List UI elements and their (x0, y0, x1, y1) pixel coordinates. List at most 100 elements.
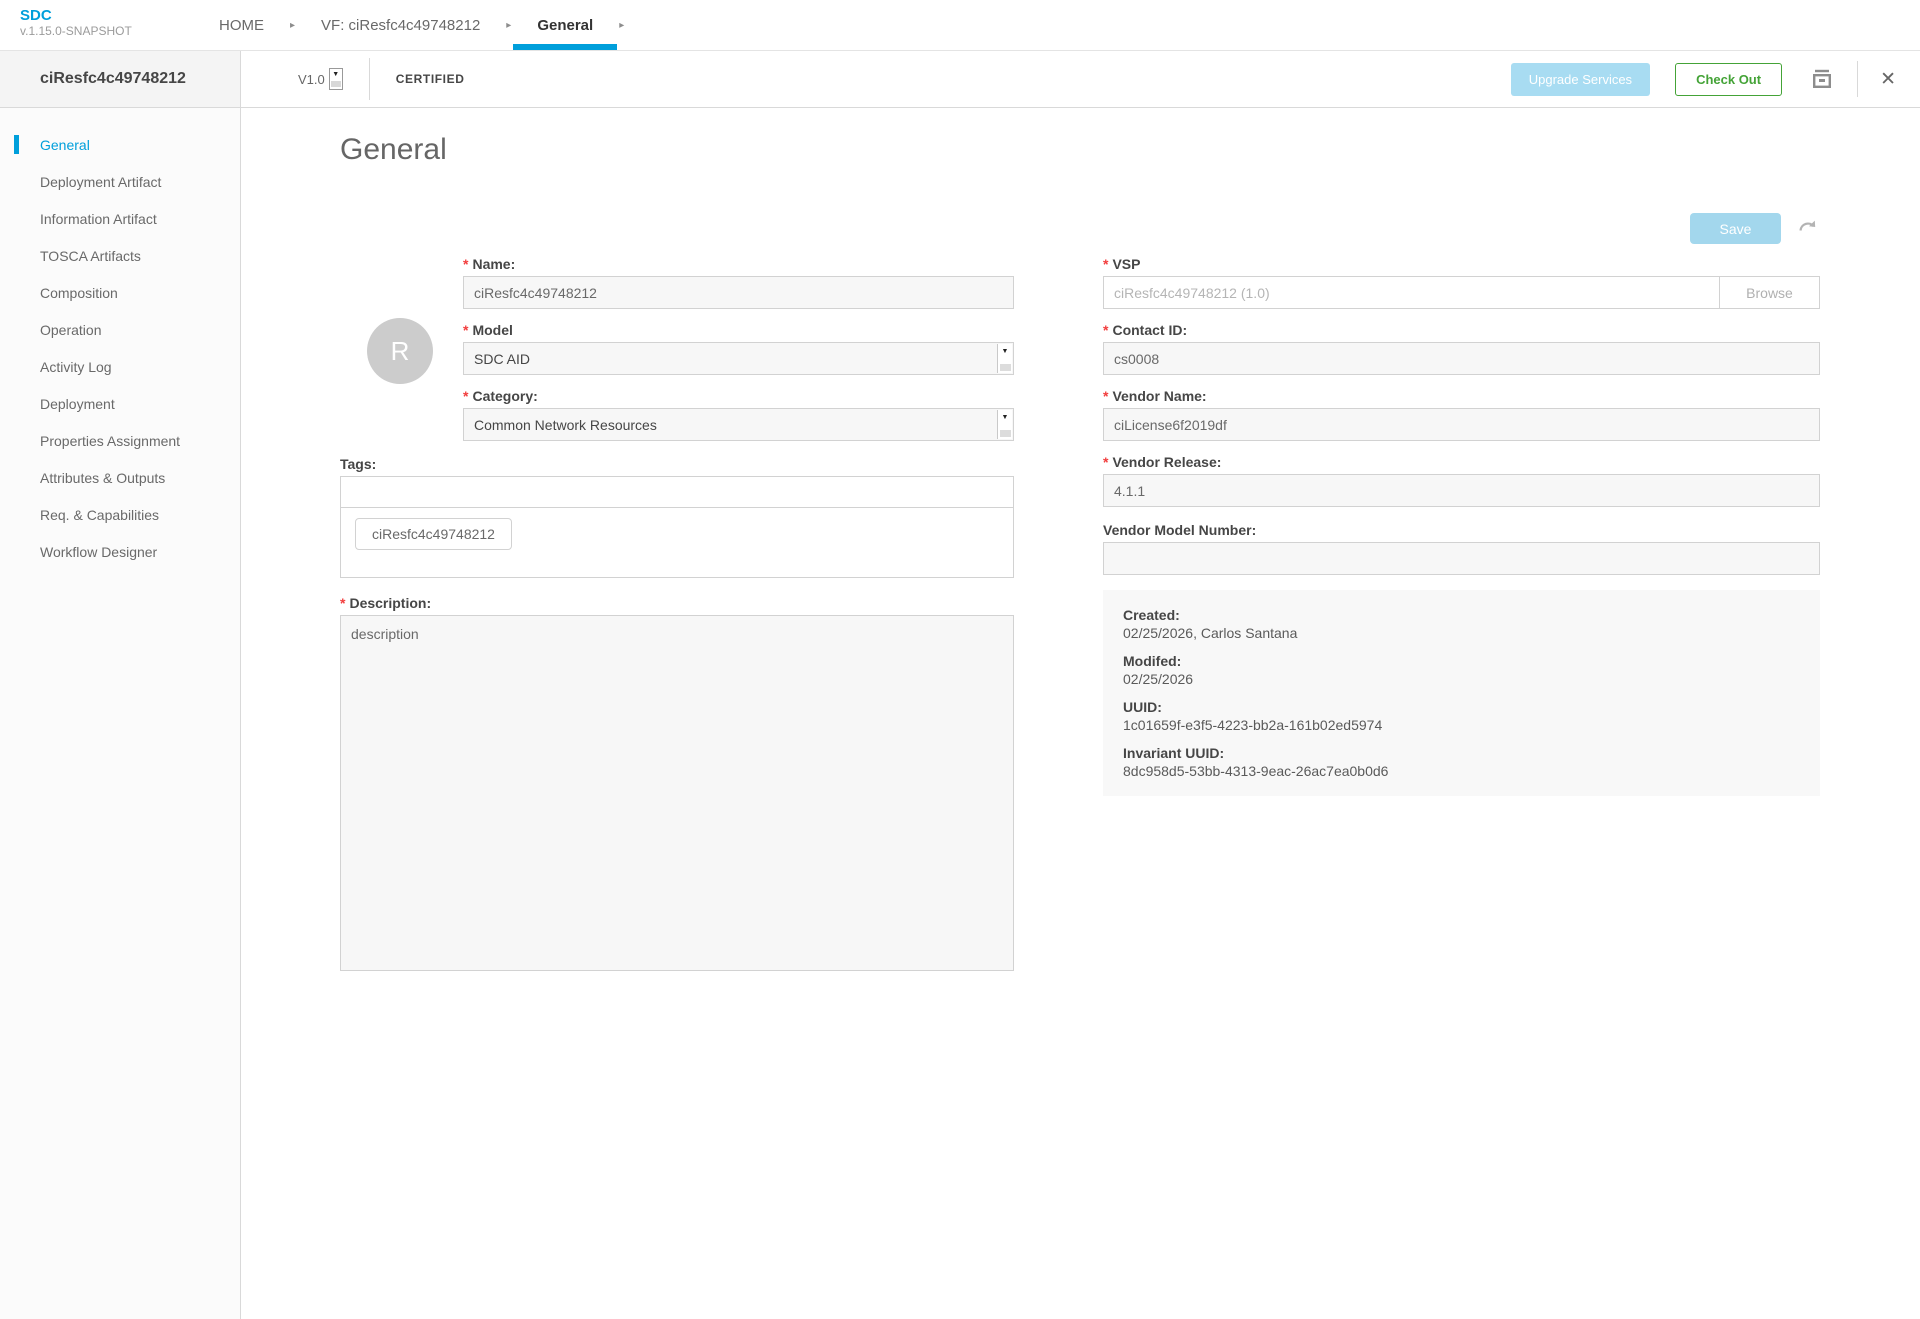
required-marker: * (1103, 388, 1108, 404)
vendor-release-label-text: Vendor Release: (1112, 454, 1221, 470)
required-marker: * (463, 388, 468, 404)
browse-button[interactable]: Browse (1719, 276, 1820, 309)
archive-button[interactable] (1809, 66, 1835, 92)
model-selected-value: SDC AID (474, 351, 530, 367)
tags-label-text: Tags: (340, 456, 376, 472)
chevron-right-icon: ▸ (506, 20, 511, 31)
check-out-button[interactable]: Check Out (1675, 63, 1782, 96)
description-label: *Description: (340, 595, 1014, 611)
tags-input[interactable] (341, 477, 1013, 508)
sidebar-item-label: Properties Assignment (40, 433, 180, 449)
uuid-meta: UUID: 1c01659f-e3f5-4223-bb2a-161b02ed59… (1123, 698, 1800, 734)
sidebar-item-label: Information Artifact (40, 211, 157, 227)
avatar: R (367, 318, 433, 384)
sidebar-item-properties-assignment[interactable]: Properties Assignment (0, 422, 240, 459)
chevron-down-icon: ▼ (1002, 348, 1009, 355)
sidebar-item-composition[interactable]: Composition (0, 274, 240, 311)
vendor-release-field-group: *Vendor Release: (1103, 454, 1820, 507)
sidebar-item-label: Composition (40, 285, 118, 301)
category-label: *Category: (463, 388, 1014, 404)
vendor-release-input[interactable] (1103, 474, 1820, 507)
sidebar-item-tosca-artifacts[interactable]: TOSCA Artifacts (0, 237, 240, 274)
category-select[interactable]: Common Network Resources ▼ (463, 408, 1014, 441)
active-indicator-bar (14, 135, 19, 154)
metadata-box: Created: 02/25/2026, Carlos Santana Modi… (1103, 590, 1820, 796)
breadcrumb: HOME ▸ VF: ciResfc4c49748212 ▸ General ▸ (213, 0, 644, 50)
general-form: R *Name: *Model SDC AID ▼ (340, 256, 1820, 989)
required-marker: * (463, 256, 468, 272)
created-value: 02/25/2026, Carlos Santana (1123, 624, 1800, 642)
sidebar-item-label: Deployment (40, 396, 115, 412)
sidebar-item-attributes-outputs[interactable]: Attributes & Outputs (0, 459, 240, 496)
breadcrumb-general-active[interactable]: General (531, 0, 599, 50)
required-marker: * (463, 322, 468, 338)
tag-chip[interactable]: ciResfc4c49748212 (355, 518, 512, 550)
revert-button[interactable] (1796, 217, 1820, 241)
sidebar-item-label: General (40, 137, 90, 153)
sidebar-item-label: Deployment Artifact (40, 174, 161, 190)
model-label-text: Model (472, 322, 512, 338)
avatar-letter: R (391, 336, 410, 367)
sidebar-item-general[interactable]: General (0, 126, 240, 163)
sidebar-item-label: Attributes & Outputs (40, 470, 165, 486)
sidebar-item-activity-log[interactable]: Activity Log (0, 348, 240, 385)
header-divider (1857, 61, 1858, 97)
top-nav-bar: SDC v.1.15.0-SNAPSHOT HOME ▸ VF: ciResfc… (0, 0, 1920, 51)
breadcrumb-vf[interactable]: VF: ciResfc4c49748212 (315, 0, 486, 50)
vendor-name-input[interactable] (1103, 408, 1820, 441)
sidebar-item-label: TOSCA Artifacts (40, 248, 141, 264)
version-dropdown-thumb (331, 81, 341, 87)
sidebar-item-workflow-designer[interactable]: Workflow Designer (0, 533, 240, 570)
select-dropdown-thumb (1000, 364, 1011, 371)
vendor-model-number-input[interactable] (1103, 542, 1820, 575)
chevron-right-icon: ▸ (619, 20, 624, 31)
model-select[interactable]: SDC AID ▼ (463, 342, 1014, 375)
required-marker: * (340, 595, 345, 611)
version-selector[interactable]: V1.0 ▼ (298, 68, 343, 90)
close-button[interactable]: ✕ (1880, 68, 1896, 91)
sidebar-item-label: Operation (40, 322, 101, 338)
header-divider (369, 58, 370, 100)
breadcrumb-home[interactable]: HOME (213, 0, 270, 50)
contact-id-field-group: *Contact ID: (1103, 322, 1820, 375)
chevron-right-icon: ▸ (290, 20, 295, 31)
entity-name: ciResfc4c49748212 (40, 70, 186, 88)
vsp-field-group: *VSP Browse (1103, 256, 1820, 309)
redo-icon (1796, 217, 1820, 241)
archive-icon (1809, 66, 1835, 92)
modified-meta: Modifed: 02/25/2026 (1123, 652, 1800, 688)
vendor-name-label-text: Vendor Name: (1112, 388, 1206, 404)
uuid-label: UUID: (1123, 698, 1800, 716)
sidebar-item-label: Req. & Capabilities (40, 507, 159, 523)
sidebar-item-req-capabilities[interactable]: Req. & Capabilities (0, 496, 240, 533)
select-dropdown-strip[interactable]: ▼ (997, 410, 1012, 439)
description-field-group: *Description: description (340, 595, 1014, 976)
invariant-uuid-label: Invariant UUID: (1123, 744, 1800, 762)
tags-field-group: Tags: ciResfc4c49748212 (340, 456, 1014, 578)
vendor-release-label: *Vendor Release: (1103, 454, 1820, 470)
app-logo[interactable]: SDC v.1.15.0-SNAPSHOT (0, 0, 200, 50)
vsp-input[interactable] (1103, 276, 1719, 309)
upgrade-services-button[interactable]: Upgrade Services (1511, 63, 1650, 96)
category-field-group: *Category: Common Network Resources ▼ (463, 388, 1014, 441)
version-value: V1.0 (298, 72, 325, 87)
name-label: *Name: (463, 256, 1014, 272)
sidebar-item-operation[interactable]: Operation (0, 311, 240, 348)
model-label: *Model (463, 322, 1014, 338)
sidebar-item-information-artifact[interactable]: Information Artifact (0, 200, 240, 237)
description-textarea[interactable]: description (340, 615, 1014, 971)
modified-value: 02/25/2026 (1123, 670, 1800, 688)
version-dropdown-icon[interactable]: ▼ (329, 68, 343, 90)
contact-id-label-text: Contact ID: (1112, 322, 1187, 338)
sidebar-item-deployment-artifact[interactable]: Deployment Artifact (0, 163, 240, 200)
vendor-model-number-label: Vendor Model Number: (1103, 522, 1820, 538)
category-label-text: Category: (472, 388, 537, 404)
save-button[interactable]: Save (1690, 213, 1781, 244)
sidebar-item-deployment[interactable]: Deployment (0, 385, 240, 422)
required-marker: * (1103, 322, 1108, 338)
vsp-label-text: VSP (1112, 256, 1140, 272)
contact-id-input[interactable] (1103, 342, 1820, 375)
name-input[interactable] (463, 276, 1014, 309)
select-dropdown-strip[interactable]: ▼ (997, 344, 1012, 373)
save-row: Save (1690, 213, 1820, 244)
